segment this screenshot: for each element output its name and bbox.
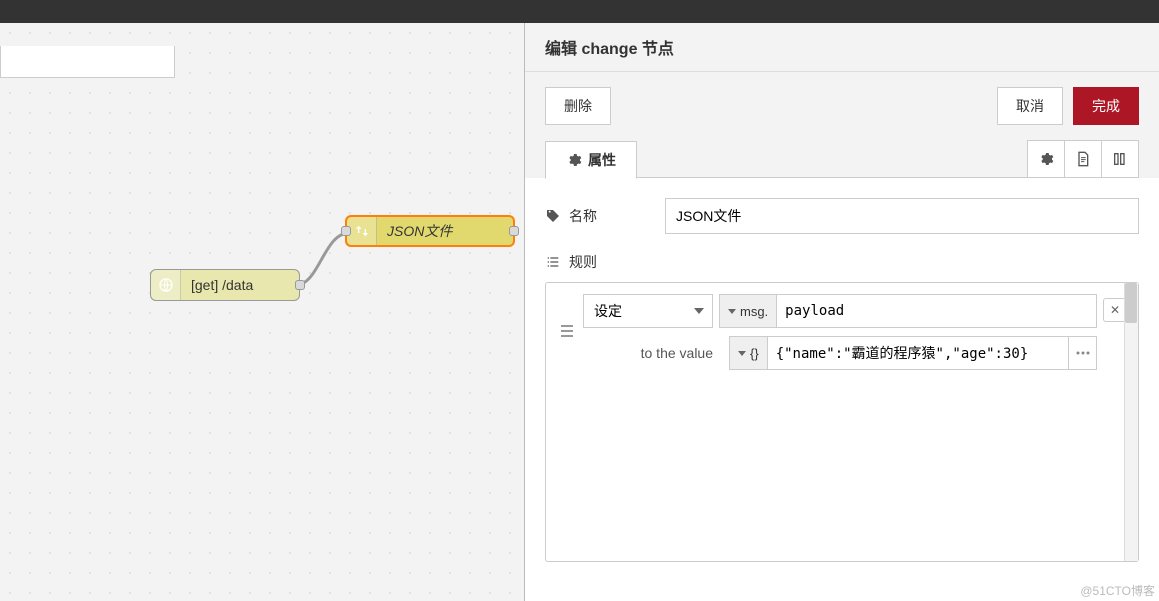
type-selector-json[interactable]: {} <box>730 337 768 369</box>
done-button[interactable]: 完成 <box>1073 87 1139 125</box>
to-value-label: to the value <box>583 345 723 361</box>
ellipsis-icon <box>1076 351 1090 355</box>
columns-icon <box>1112 151 1128 167</box>
output-port[interactable] <box>295 280 305 290</box>
name-label: 名称 <box>545 206 665 226</box>
panel-title: 编辑 change 节点 <box>525 23 1159 72</box>
list-icon <box>545 254 561 270</box>
settings-icon-button[interactable] <box>1027 140 1065 177</box>
rules-label: 规则 <box>545 252 665 272</box>
input-port[interactable] <box>341 226 351 236</box>
output-port[interactable] <box>509 226 519 236</box>
json-value-field[interactable] <box>768 337 1068 369</box>
caret-down-icon <box>728 309 736 314</box>
rule-value-input[interactable]: {} <box>729 336 1097 370</box>
tab-properties[interactable]: 属性 <box>545 141 637 179</box>
change-node-selected[interactable]: JSON文件 <box>345 215 515 247</box>
type-selector-msg[interactable]: msg. <box>720 295 777 327</box>
file-icon <box>1075 151 1091 167</box>
node-label: [get] /data <box>181 277 263 293</box>
cancel-button[interactable]: 取消 <box>997 87 1063 125</box>
node-label: JSON文件 <box>377 221 462 241</box>
caret-down-icon <box>738 351 746 356</box>
panel-body: 名称 规则 设定 <box>525 178 1159 601</box>
tag-icon <box>545 208 561 224</box>
rule-property-input[interactable]: msg. <box>719 294 1097 328</box>
expand-editor-button[interactable] <box>1068 337 1096 369</box>
gear-icon <box>566 152 582 168</box>
delete-button[interactable]: 删除 <box>545 87 611 125</box>
name-input[interactable] <box>665 198 1139 234</box>
http-in-node[interactable]: [get] /data <box>150 269 300 301</box>
appearance-icon-button[interactable] <box>1101 140 1139 177</box>
edit-panel: 编辑 change 节点 删除 取消 完成 属性 <box>524 23 1159 601</box>
tab-label: 属性 <box>588 150 616 170</box>
rules-list: 设定 msg. to the value <box>545 282 1139 562</box>
panel-toolbar: 删除 取消 完成 <box>525 72 1159 140</box>
gear-icon <box>1038 151 1054 167</box>
drag-handle-icon[interactable] <box>557 324 577 341</box>
swap-icon <box>347 217 377 245</box>
rule-action-select[interactable]: 设定 <box>583 294 713 328</box>
scroll-thumb[interactable] <box>1125 283 1137 323</box>
scrollbar[interactable] <box>1124 283 1138 561</box>
rule-item: 设定 msg. to the value <box>551 288 1133 376</box>
watermark: @51CTO博客 <box>1080 582 1155 599</box>
canvas-tab-strip[interactable] <box>0 46 175 78</box>
panel-tabs: 属性 <box>525 140 1159 178</box>
property-field[interactable] <box>777 295 1096 327</box>
description-icon-button[interactable] <box>1064 140 1102 177</box>
top-bar <box>0 0 1159 23</box>
globe-icon <box>151 270 181 300</box>
